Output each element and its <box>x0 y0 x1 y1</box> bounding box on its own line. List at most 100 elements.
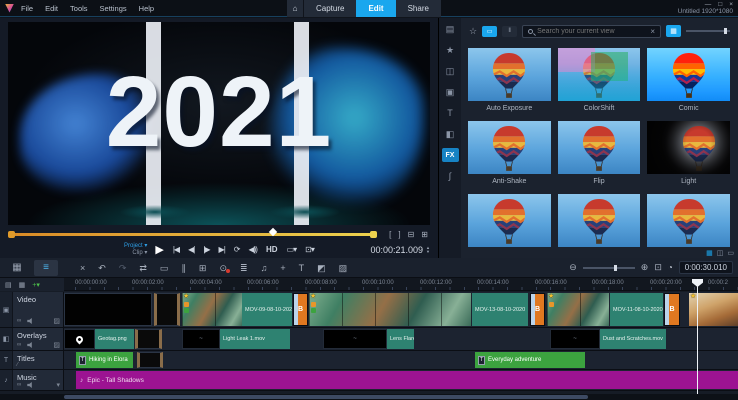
clip-video-thumbs[interactable]: ★ <box>309 293 471 326</box>
title-clip[interactable]: THiking in Elora <box>76 352 133 368</box>
effect-item[interactable] <box>468 194 551 247</box>
ruler-ticks[interactable]: 00:00:00:00 00:00:02:00 00:00:04:00 00:0… <box>64 278 738 290</box>
clip-label[interactable]: MOV-13-08-10-2020 <box>472 293 528 326</box>
overlay-icon[interactable]: ◧ <box>442 127 459 141</box>
clip-label[interactable]: MOV-09-08-10-2020 <box>242 293 292 326</box>
split-clip-icon[interactable]: ⊟ <box>408 230 415 239</box>
clip-video-thumbs[interactable]: ★ <box>182 293 242 326</box>
split-icon[interactable]: ∥ <box>181 263 186 273</box>
timeline-zoom-slider[interactable] <box>583 267 635 269</box>
title-icon[interactable]: T <box>442 106 459 120</box>
tab-edit[interactable]: Edit <box>356 0 395 17</box>
duration-clock-icon[interactable]: ◔ <box>668 263 673 272</box>
effect-item[interactable]: Comic <box>647 48 730 112</box>
clip-lightleak-thumb[interactable]: ~ <box>182 329 220 349</box>
repeat-icon[interactable]: ⟳ <box>234 245 240 254</box>
clip-lensflare-thumb[interactable]: ~ <box>323 329 387 349</box>
preview-timecode[interactable]: 00:00:21.009 ▲▼ <box>370 245 430 255</box>
enlarge-icon[interactable]: ⊞ <box>199 263 207 273</box>
capture-frame-icon[interactable]: ⊡▾ <box>305 245 314 254</box>
mute-icon[interactable] <box>27 382 33 388</box>
link-icon[interactable]: ∞ <box>17 342 21 348</box>
motion-tracking-icon[interactable]: + <box>280 263 285 273</box>
safe-area-icon[interactable]: ▭▾ <box>287 245 297 254</box>
clip-label[interactable]: Dust and Scratches.mov <box>600 329 666 349</box>
library-view-icon[interactable]: ▦ <box>706 249 713 257</box>
effect-item[interactable]: Flip <box>558 121 641 185</box>
effect-thumbnail[interactable] <box>558 121 641 174</box>
end-frame-icon[interactable]: ▶| <box>219 245 225 254</box>
minimize-icon[interactable]: — <box>705 1 712 8</box>
prev-frame-icon[interactable]: ◀| <box>188 245 194 254</box>
view-toggle-thumbnails[interactable]: ▭ <box>482 26 497 37</box>
playhead-line[interactable] <box>697 279 698 394</box>
effect-item[interactable] <box>558 194 641 247</box>
clip-label[interactable]: Lens Flare 2.mov <box>387 329 414 349</box>
project-mode-toggle[interactable]: Project ▾ <box>124 243 147 250</box>
home-frame-icon[interactable]: |◀ <box>173 245 179 254</box>
clip-small-media[interactable] <box>154 293 180 326</box>
slider-knob[interactable] <box>724 28 727 34</box>
tab-share[interactable]: Share <box>396 0 441 17</box>
photo-icon[interactable]: ▣ <box>442 85 459 99</box>
zoom-in-icon[interactable]: ⊕ <box>641 262 649 273</box>
trim-handle-start[interactable] <box>8 231 15 238</box>
menu-tools[interactable]: Tools <box>70 4 88 13</box>
overlay-track-header[interactable]: ◧ Overlays ∞▨ <box>0 328 64 350</box>
fit-project-icon[interactable]: ⊡ <box>654 262 662 273</box>
title-track-header[interactable]: T Titles ∕ <box>0 351 64 369</box>
marquee-icon[interactable]: ▭ <box>160 263 169 273</box>
slider-knob[interactable] <box>614 265 617 271</box>
effect-thumbnail[interactable] <box>558 194 641 247</box>
link-icon[interactable]: ∞ <box>17 382 21 388</box>
hd-toggle[interactable]: HD <box>266 245 278 254</box>
add-track-icon[interactable]: +▾ <box>32 281 40 289</box>
transition-badge[interactable]: B <box>530 293 545 326</box>
video-track-header[interactable]: ▣ Video ∞▨ <box>0 292 64 327</box>
menu-edit[interactable]: Edit <box>45 4 58 13</box>
music-lane[interactable]: ♪Epic - Tall Shadows <box>64 370 738 390</box>
undo-icon[interactable]: ↶ <box>98 263 106 273</box>
clip-label[interactable]: Light Leak 1.mov <box>220 329 290 349</box>
show-tracks-icon[interactable]: ▦ <box>19 281 26 289</box>
volume-icon[interactable]: ◀)) <box>248 245 256 254</box>
customize-toolbar-icon[interactable]: × <box>80 263 85 273</box>
auto-music-icon[interactable]: ♫ <box>261 263 268 273</box>
title-clip[interactable]: TEveryday adventure <box>475 352 585 368</box>
tab-capture[interactable]: Capture <box>304 0 356 17</box>
effect-item[interactable]: Anti-Shake <box>468 121 551 185</box>
menu-settings[interactable]: Settings <box>100 4 127 13</box>
overlay-options-icon[interactable]: ▨ <box>339 263 348 273</box>
transparency-icon[interactable]: ▨ <box>53 341 60 349</box>
effect-thumbnail[interactable] <box>468 194 551 247</box>
transition-badge[interactable]: B <box>293 293 308 326</box>
next-frame-icon[interactable]: |▶ <box>203 245 209 254</box>
home-icon[interactable]: ⌂ <box>287 0 304 17</box>
timeline-view-icon[interactable]: ≡ <box>34 260 58 276</box>
instant-project-icon[interactable]: ★ <box>442 43 459 57</box>
clip-mode-toggle[interactable]: Clip ▾ <box>124 250 147 257</box>
effect-thumbnail[interactable] <box>558 48 641 101</box>
menu-file[interactable]: File <box>21 4 33 13</box>
close-icon[interactable]: × <box>729 1 733 8</box>
clip-title-intro[interactable] <box>64 293 152 326</box>
clip-label[interactable]: Geotag.png <box>95 329 134 349</box>
restore-icon[interactable]: □ <box>718 1 722 8</box>
storyboard-view-icon[interactable]: ▦ <box>5 260 29 276</box>
view-toggle-list[interactable]: ‖ <box>502 26 517 37</box>
title-lane[interactable]: THiking in Elora TEveryday adventure <box>64 351 738 369</box>
effect-item[interactable]: ColorShift <box>558 48 641 112</box>
favorites-icon[interactable]: ☆ <box>469 26 477 37</box>
motion-path-icon[interactable]: ∫ <box>442 169 459 183</box>
clip-geotag-thumb[interactable] <box>64 329 95 349</box>
record-capture-icon[interactable]: ⊙ <box>219 263 227 273</box>
clear-search-icon[interactable]: × <box>650 27 655 36</box>
mute-icon[interactable] <box>27 342 33 348</box>
redo-icon[interactable]: ↷ <box>119 263 127 273</box>
trim-icon[interactable]: ⇄ <box>139 263 147 273</box>
thumbnail-size-slider[interactable] <box>686 30 730 32</box>
edit-icon[interactable]: ▭ <box>727 249 734 257</box>
mark-out-icon[interactable]: ] <box>398 230 400 239</box>
video-lane[interactable]: ★ MOV-09-08-10-2020 B ★ MOV-13-08-10-202… <box>64 292 738 327</box>
transition-badge[interactable]: B <box>664 293 680 326</box>
